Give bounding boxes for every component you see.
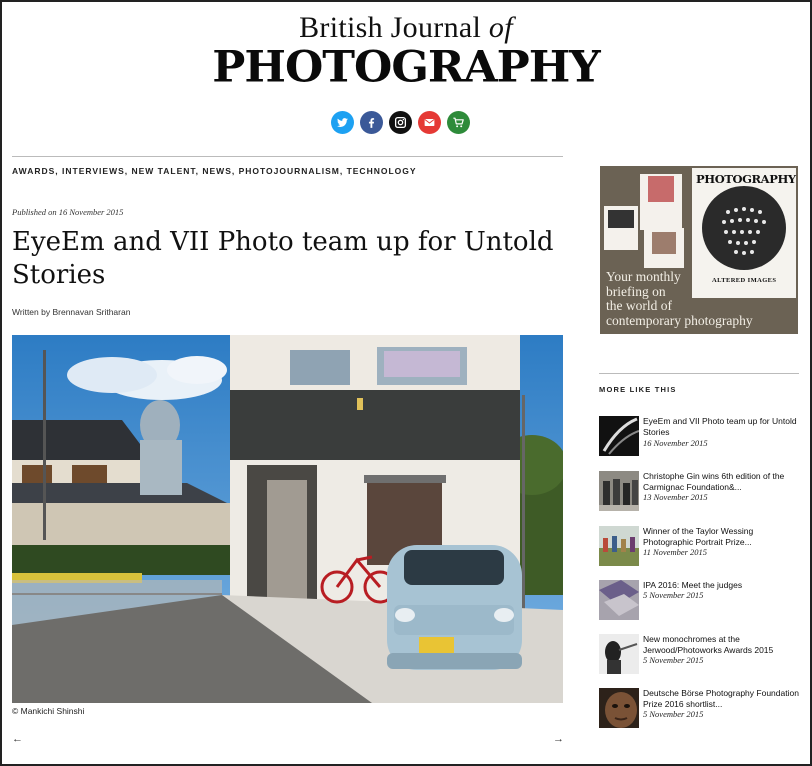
related-date: 11 November 2015 [643,547,708,557]
photo-credit: © Mankichi Shinshi [12,706,85,716]
related-thumbnail[interactable] [599,688,639,728]
related-title[interactable]: Deutsche Börse Photography Foundation Pr… [643,688,803,709]
list-item[interactable]: New monochromes at the Jerwood/Photowork… [599,634,804,678]
article-categories[interactable]: AWARDS, INTERVIEWS, NEW TALENT, NEWS, PH… [12,166,417,176]
list-item[interactable]: Winner of the Taylor Wessing Photographi… [599,526,804,570]
related-date: 5 November 2015 [643,709,704,719]
masthead-top-line: British Journal of [299,11,513,44]
more-like-this-heading: MORE LIKE THIS [599,385,677,394]
related-thumbnail[interactable] [599,471,639,511]
next-arrow-icon[interactable]: → [553,733,564,745]
related-thumbnail[interactable] [599,526,639,566]
related-thumbnail[interactable] [599,634,639,674]
related-title[interactable]: EyeEm and VII Photo team up for Untold S… [643,416,803,437]
list-item[interactable]: EyeEm and VII Photo team up for Untold S… [599,416,804,460]
twitter-icon[interactable] [331,111,354,134]
related-date: 16 November 2015 [643,438,708,448]
article-title: EyeEm and VII Photo team up for Untold S… [12,227,554,290]
list-item[interactable]: IPA 2016: Meet the judges 5 November 201… [599,580,804,624]
related-thumbnail[interactable] [599,416,639,456]
related-thumbnail[interactable] [599,580,639,620]
instagram-icon[interactable] [389,111,412,134]
social-links [331,111,470,134]
related-title[interactable]: New monochromes at the Jerwood/Photowork… [643,634,803,655]
related-title[interactable]: Christophe Gin wins 6th edition of the C… [643,471,803,492]
divider [12,156,563,157]
list-item[interactable]: Christophe Gin wins 6th edition of the C… [599,471,804,515]
divider [599,373,799,374]
related-date: 13 November 2015 [643,492,708,502]
masthead-logo[interactable]: British Journal of PHOTOGRAPHY [0,12,812,92]
related-date: 5 November 2015 [643,655,704,665]
related-title[interactable]: Winner of the Taylor Wessing Photographi… [643,526,803,547]
ad-tagline: Your monthly briefing on the world of co… [606,269,753,328]
article-hero-image [12,335,563,703]
ad-magazine-title: PHOTOGRAPHY [696,172,796,186]
email-icon[interactable] [418,111,441,134]
masthead-main-word: PHOTOGRAPHY [212,42,600,93]
cart-icon[interactable] [447,111,470,134]
article-byline[interactable]: Written by Brennavan Sritharan [12,307,130,317]
facebook-icon[interactable] [360,111,383,134]
list-item[interactable]: Deutsche Börse Photography Foundation Pr… [599,688,804,732]
related-date: 5 November 2015 [643,590,704,600]
subscription-ad[interactable]: PHOTOGRAPHY ALTERED IMAGES Your monthly … [600,166,798,334]
previous-arrow-icon[interactable]: ← [12,733,23,745]
related-title[interactable]: IPA 2016: Meet the judges [643,580,803,591]
publish-date: Published on 16 November 2015 [12,207,124,217]
